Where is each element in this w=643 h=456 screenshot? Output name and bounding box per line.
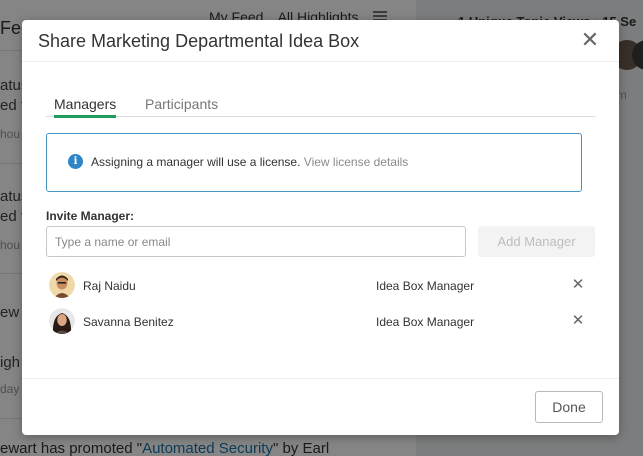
license-info-message: Assigning a manager will use a license. — [91, 155, 301, 169]
close-icon: ✕ — [571, 311, 585, 329]
dialog-footer: Done — [22, 378, 619, 435]
dialog-tabs: Managers Participants — [46, 90, 596, 118]
close-button[interactable]: ✕ — [579, 30, 601, 52]
invite-manager-label: Invite Manager: — [46, 209, 135, 223]
manager-role: Idea Box Manager — [376, 279, 475, 293]
license-info-text: Assigning a manager will use a license. … — [91, 155, 408, 169]
remove-manager-button[interactable]: ✕ — [570, 312, 586, 328]
avatar — [49, 272, 75, 298]
close-icon: ✕ — [571, 275, 585, 293]
license-info-box: i Assigning a manager will use a license… — [46, 133, 582, 192]
view-license-details-link[interactable]: View license details — [304, 155, 409, 169]
tab-managers[interactable]: Managers — [54, 90, 117, 118]
add-manager-button[interactable]: Add Manager — [478, 226, 595, 257]
invite-manager-input[interactable] — [46, 226, 466, 257]
remove-manager-button[interactable]: ✕ — [570, 276, 586, 292]
manager-name: Raj Naidu — [83, 279, 136, 293]
manager-name: Savanna Benitez — [83, 315, 174, 329]
tab-participants[interactable]: Participants — [145, 90, 218, 117]
dialog-header: Share Marketing Departmental Idea Box ✕ — [22, 20, 619, 62]
done-button[interactable]: Done — [535, 391, 603, 423]
dialog-title: Share Marketing Departmental Idea Box — [38, 31, 360, 51]
info-icon: i — [68, 154, 83, 169]
share-dialog: Share Marketing Departmental Idea Box ✕ … — [22, 20, 619, 435]
manager-row: Savanna Benitez Idea Box Manager ✕ — [46, 304, 596, 340]
manager-row: Raj Naidu Idea Box Manager ✕ — [46, 268, 596, 304]
avatar — [49, 308, 75, 334]
manager-role: Idea Box Manager — [376, 315, 475, 329]
close-icon: ✕ — [580, 28, 600, 53]
